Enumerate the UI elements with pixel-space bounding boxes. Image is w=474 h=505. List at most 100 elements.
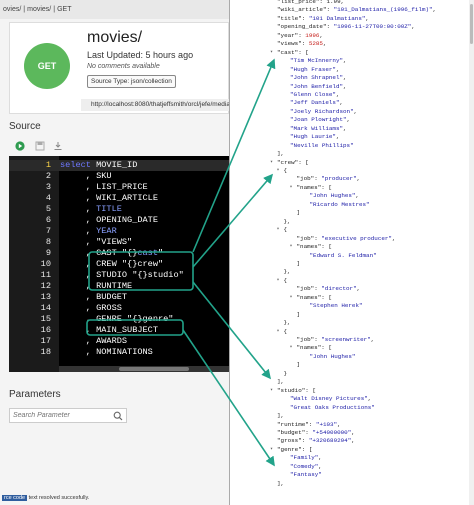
json-punct: , — [365, 14, 369, 22]
json-value: { — [283, 327, 288, 335]
code-line[interactable]: 10 , CREW "{}crew" — [9, 259, 229, 270]
collapse-toggle-icon[interactable]: ▾ — [290, 294, 293, 300]
code-line[interactable]: 9 , CAST "{}cast" — [9, 248, 229, 259]
json-value: "Ricardo Mestres" — [309, 200, 370, 208]
json-value: "producer" — [321, 175, 357, 183]
comments-text: No comments available — [87, 63, 160, 70]
save-icon[interactable] — [35, 141, 45, 151]
json-punct: , — [353, 107, 358, 115]
code-token: TITLE — [96, 204, 122, 214]
code-line[interactable]: 6 , OPENING_DATE — [9, 215, 229, 226]
code-line[interactable]: 15 , GENRE "{}genre" — [9, 314, 229, 325]
endpoint-url[interactable]: http://localhost:8080/thatjeffsmith/orcl… — [81, 99, 229, 111]
json-vertical-scrollbar[interactable] — [469, 0, 474, 505]
json-line: "list_price": 1.99, — [277, 0, 344, 6]
code-line[interactable]: 18 , NOMINATIONS — [9, 347, 229, 358]
json-line: "Hugh Laurie", — [290, 133, 340, 141]
code-line[interactable]: 7 , YEAR — [9, 226, 229, 237]
line-number: 4 — [45, 193, 51, 203]
code-line[interactable]: 2 , SKU — [9, 171, 229, 182]
get-method-badge[interactable]: GET — [24, 43, 70, 89]
json-value: } — [283, 369, 288, 377]
search-parameter-input[interactable] — [13, 409, 113, 422]
code-line[interactable]: 14 , GROSS — [9, 303, 229, 314]
scrollbar-thumb[interactable] — [470, 4, 473, 44]
run-icon[interactable] — [15, 141, 25, 151]
json-punct: , — [322, 40, 327, 48]
json-key: "job" — [296, 175, 315, 183]
json-colon: : — [301, 14, 309, 22]
json-line: { — [284, 167, 288, 175]
json-value: "screenwriter" — [321, 336, 371, 343]
code-line[interactable]: 8 , "VIEWS" — [9, 237, 229, 248]
code-text: , CREW "{}crew" — [60, 259, 163, 270]
collapse-toggle-icon[interactable]: ▾ — [270, 159, 273, 165]
json-line: ] — [297, 209, 301, 217]
code-line[interactable]: 16 , MAIN_SUBJECT — [9, 325, 229, 336]
line-number: 13 — [40, 292, 51, 302]
collapse-toggle-icon[interactable]: ▾ — [270, 446, 273, 452]
code-line[interactable]: 13 , BUDGET — [9, 292, 229, 303]
json-line: ] — [297, 311, 301, 319]
editor-horizontal-scrollbar[interactable] — [59, 366, 229, 372]
code-line[interactable]: 1 select MOVIE_ID — [9, 160, 229, 171]
json-colon: : — [301, 40, 309, 48]
json-line: "job": "director", — [297, 285, 361, 293]
collapse-toggle-icon[interactable]: ▾ — [290, 184, 293, 190]
code-token: , MAIN_SUBJECT — [60, 325, 158, 335]
code-text: , LIST_PRICE — [60, 182, 148, 193]
collapse-toggle-icon[interactable]: ▾ — [270, 387, 273, 393]
json-line: ] — [297, 361, 301, 369]
json-value: "Tim McInnerny" — [290, 57, 344, 65]
code-text: , OPENING_DATE — [60, 215, 158, 226]
scrollbar-thumb[interactable] — [119, 367, 189, 371]
code-line[interactable]: 5 , TITLE — [9, 204, 229, 215]
json-line: "job": "screenwriter", — [297, 336, 375, 344]
json-line: "title": "101 Dalmatians", — [277, 15, 369, 23]
json-line: "Ricardo Mestres" — [310, 201, 370, 209]
collapse-toggle-icon[interactable]: ▾ — [277, 226, 280, 232]
breadcrumb-item[interactable]: ovies/ — [3, 6, 21, 13]
json-line: "Walt Disney Pictures", — [290, 395, 371, 403]
code-line[interactable]: 4 , WIKI_ARTICLE — [9, 193, 229, 204]
json-line: ], — [277, 412, 284, 420]
json-punct: , — [318, 462, 322, 470]
breadcrumb-item[interactable]: GET — [57, 6, 71, 13]
code-line[interactable]: 12 , RUNTIME — [9, 281, 229, 292]
line-number: 18 — [40, 347, 51, 357]
code-token: MOVIE_ID — [90, 160, 138, 170]
code-line[interactable]: 11 , STUDIO "{}studio" — [9, 270, 229, 281]
download-icon[interactable] — [53, 141, 63, 151]
json-line: "Neville Phillips" — [290, 142, 354, 150]
json-punct: , — [411, 23, 415, 31]
breadcrumb-item[interactable]: movies/ — [27, 6, 51, 13]
json-value: [ — [328, 183, 332, 191]
json-response-viewer[interactable]: "list_price": 1.99, "wiki_article": "101_… — [229, 0, 474, 505]
sql-code-editor[interactable]: 1 select MOVIE_ID 2 , SKU 3 , LIST_PRICE 4 ,… — [9, 156, 229, 372]
collapse-toggle-icon[interactable]: ▾ — [277, 167, 280, 173]
code-text: , NOMINATIONS — [60, 347, 153, 358]
breadcrumb-item: | — [23, 6, 26, 13]
code-line[interactable]: 17 , AWARDS — [9, 336, 229, 347]
line-number: 15 — [40, 314, 51, 324]
collapse-toggle-icon[interactable]: ▾ — [270, 49, 273, 55]
code-text: , TITLE — [60, 204, 122, 215]
json-key: "gross" — [277, 437, 302, 445]
collapse-toggle-icon[interactable]: ▾ — [290, 243, 293, 249]
code-token: YEAR — [96, 226, 117, 236]
parameter-search-box — [9, 408, 127, 423]
json-punct: , — [432, 6, 437, 14]
search-icon[interactable] — [113, 411, 123, 421]
json-value: [ — [305, 158, 309, 166]
json-value: ], — [277, 412, 285, 420]
code-line[interactable]: 3 , LIST_PRICE — [9, 182, 229, 193]
collapse-toggle-icon[interactable]: ▾ — [277, 328, 280, 334]
json-value: "Stephen Herek" — [309, 302, 363, 310]
json-colon: : — [301, 445, 309, 453]
json-line: "names": [ — [297, 243, 332, 251]
json-line: ], — [277, 480, 284, 488]
collapse-toggle-icon[interactable]: ▾ — [277, 277, 280, 283]
collapse-toggle-icon[interactable]: ▾ — [290, 344, 293, 350]
json-value: [ — [308, 445, 313, 453]
json-line: "names": [ — [297, 294, 332, 302]
